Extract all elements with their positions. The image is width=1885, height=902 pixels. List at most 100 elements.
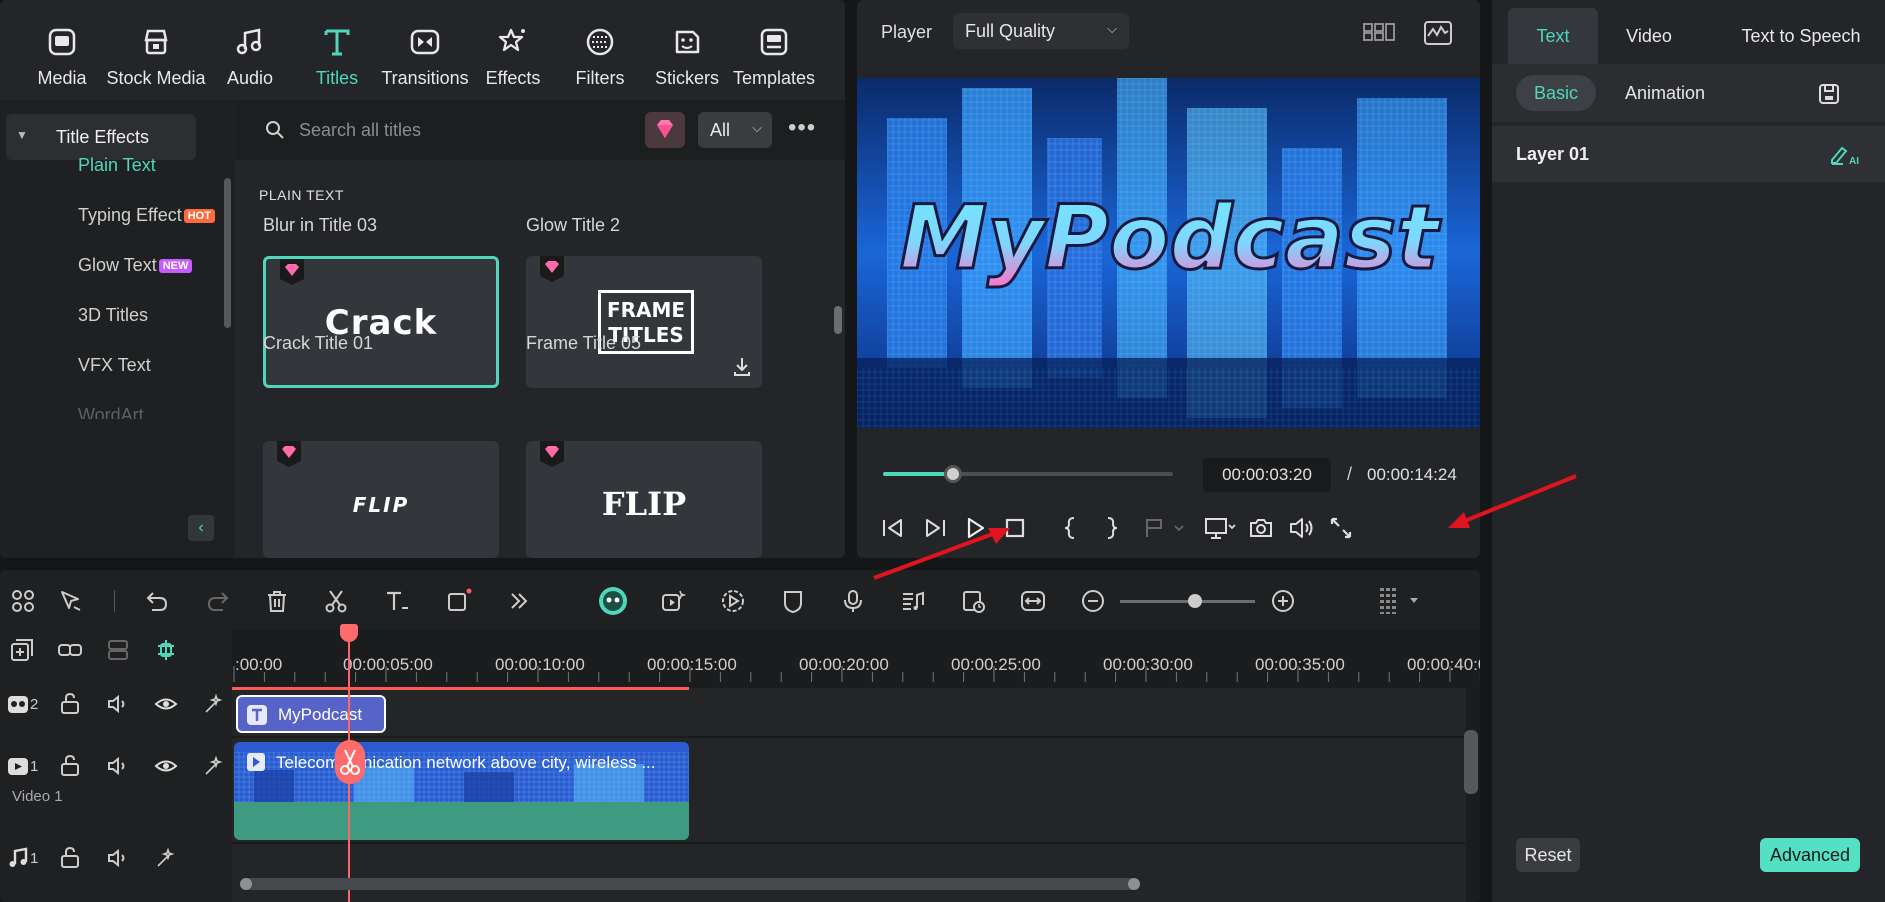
collapse-sidebar-button[interactable]: ‹ <box>188 515 214 541</box>
premium-filter-button[interactable] <box>645 112 685 148</box>
more-tools-icon[interactable] <box>506 588 532 614</box>
ai-effect-icon[interactable] <box>202 754 226 778</box>
title-card-frame-title-05[interactable]: FRAME TITLES <box>526 256 762 388</box>
display-settings-icon[interactable] <box>1203 514 1237 542</box>
title-clip[interactable]: MyPodcast <box>236 695 386 733</box>
timeline-horizontal-scrollbar[interactable] <box>240 878 1140 890</box>
current-time[interactable]: 00:00:03:20 <box>1203 458 1331 492</box>
tab-text-to-speech[interactable]: Text to Speech <box>1726 8 1876 64</box>
properties-panel: Text Video Text to Speech Basic Animatio… <box>1492 0 1885 902</box>
speaker-icon[interactable] <box>106 754 130 778</box>
fullscreen-icon[interactable] <box>1327 514 1355 542</box>
multi-layout-icon[interactable] <box>10 588 36 614</box>
chevron-down-icon: ⌵ <box>752 120 762 135</box>
ruler-tick-label: 00:00:20:00 <box>799 655 889 674</box>
content-scrollbar[interactable] <box>834 306 842 334</box>
title-card-crack-title-01[interactable]: Crack <box>263 256 499 388</box>
category-templates[interactable]: Templates <box>719 26 829 89</box>
snapshot-icon[interactable] <box>1247 514 1275 542</box>
search-input[interactable] <box>299 117 599 143</box>
track-divider <box>232 736 1466 738</box>
volume-icon[interactable] <box>1287 514 1315 542</box>
video-preview[interactable]: MyPodcast <box>857 78 1480 428</box>
mark-out-icon[interactable] <box>1097 514 1125 542</box>
eye-icon[interactable] <box>154 692 178 716</box>
split-icon[interactable] <box>323 588 349 614</box>
save-preset-icon[interactable] <box>1817 82 1841 106</box>
add-text-icon[interactable] <box>384 588 410 614</box>
marker-dropdown-icon[interactable] <box>1141 514 1187 542</box>
zoom-in-icon[interactable] <box>1270 588 1296 614</box>
filter-dropdown[interactable]: All ⌵ <box>698 112 772 148</box>
advanced-button[interactable]: Advanced <box>1760 838 1860 872</box>
subtab-basic[interactable]: Basic <box>1516 75 1596 111</box>
track-height-menu-icon[interactable] <box>1378 588 1420 614</box>
quality-dropdown[interactable]: Full Quality ⌵ <box>953 13 1129 49</box>
sidebar-item-vfx-text[interactable]: VFX Text <box>78 355 151 376</box>
ai-effect-icon[interactable] <box>154 846 178 870</box>
zoom-slider[interactable] <box>1120 594 1255 608</box>
sidebar-scrollbar[interactable] <box>224 178 231 328</box>
split-at-playhead-button[interactable] <box>335 740 365 784</box>
ai-video-icon[interactable] <box>660 588 686 614</box>
group-icon[interactable] <box>106 638 130 662</box>
playhead-handle[interactable] <box>340 624 358 642</box>
lock-icon[interactable] <box>58 754 82 778</box>
ai-mate-icon[interactable] <box>598 586 628 616</box>
crop-icon[interactable] <box>446 588 472 614</box>
sidebar-item-label: Typing Effect <box>78 205 182 225</box>
magnetic-snap-icon[interactable] <box>154 638 178 662</box>
delete-icon[interactable] <box>264 588 290 614</box>
transitions-icon <box>410 29 440 55</box>
playback-progress-bar[interactable] <box>883 465 1173 483</box>
video-clip[interactable]: Telecommunication network above city, wi… <box>234 742 689 840</box>
tab-video[interactable]: Video <box>1604 8 1694 64</box>
ai-edit-icon[interactable]: AI <box>1829 142 1859 166</box>
undo-icon[interactable] <box>144 588 170 614</box>
speaker-icon[interactable] <box>106 846 130 870</box>
more-options-button[interactable]: ••• <box>788 114 816 142</box>
mark-in-icon[interactable] <box>1057 514 1085 542</box>
sidebar-item-wordart[interactable]: WordArt <box>78 405 144 419</box>
sidebar-item-glow-text[interactable]: Glow Text NEW <box>78 255 193 276</box>
track-name: Video 1 <box>12 788 63 805</box>
waveform-icon[interactable] <box>1423 20 1453 46</box>
title-card-flip-2[interactable]: FLIP <box>526 441 762 558</box>
chevron-left-icon: ‹ <box>198 519 204 536</box>
layer-row[interactable]: Layer 01 AI <box>1492 126 1885 182</box>
title-card-flip-1[interactable]: FLIP <box>263 441 499 558</box>
mask-icon[interactable] <box>780 588 806 614</box>
lock-icon[interactable] <box>58 692 82 716</box>
layout-icon[interactable] <box>1362 20 1396 44</box>
speaker-icon[interactable] <box>106 692 130 716</box>
scrollbar-end-handle[interactable] <box>1128 878 1140 890</box>
progress-handle[interactable] <box>943 465 962 483</box>
annotation-arrow-fullscreen <box>1448 474 1577 528</box>
auto-reframe-icon[interactable] <box>960 588 986 614</box>
sidebar-item-plain-text[interactable]: Plain Text <box>78 155 156 176</box>
ai-effect-icon[interactable] <box>202 692 226 716</box>
zoom-out-icon[interactable] <box>1080 588 1106 614</box>
eye-icon[interactable] <box>154 754 178 778</box>
audio-beat-icon[interactable] <box>900 588 926 614</box>
title-effects-group[interactable]: ▼ Title Effects <box>6 114 196 160</box>
lock-icon[interactable] <box>58 846 82 870</box>
sidebar-item-3d-titles[interactable]: 3D Titles <box>78 305 148 326</box>
title-track-icon <box>8 696 28 713</box>
redo-icon[interactable] <box>205 588 231 614</box>
tab-text[interactable]: Text <box>1508 8 1598 64</box>
link-icon[interactable] <box>58 638 82 662</box>
flip-preview-text: FLIP <box>352 493 410 517</box>
add-track-icon[interactable] <box>10 638 34 662</box>
download-icon[interactable] <box>732 356 752 378</box>
reset-button[interactable]: Reset <box>1516 838 1580 872</box>
zoom-slider-handle[interactable] <box>1188 594 1202 608</box>
select-tool-icon[interactable] <box>58 588 84 614</box>
scrollbar-start-handle[interactable] <box>240 878 252 890</box>
timeline-vertical-scrollbar[interactable] <box>1464 730 1478 794</box>
record-voiceover-icon[interactable] <box>840 588 866 614</box>
fit-timeline-icon[interactable] <box>1020 588 1046 614</box>
subtab-animation[interactable]: Animation <box>1610 75 1720 111</box>
sidebar-item-typing-effect[interactable]: Typing Effect HOT <box>78 205 215 226</box>
playback-speed-icon[interactable] <box>720 588 746 614</box>
